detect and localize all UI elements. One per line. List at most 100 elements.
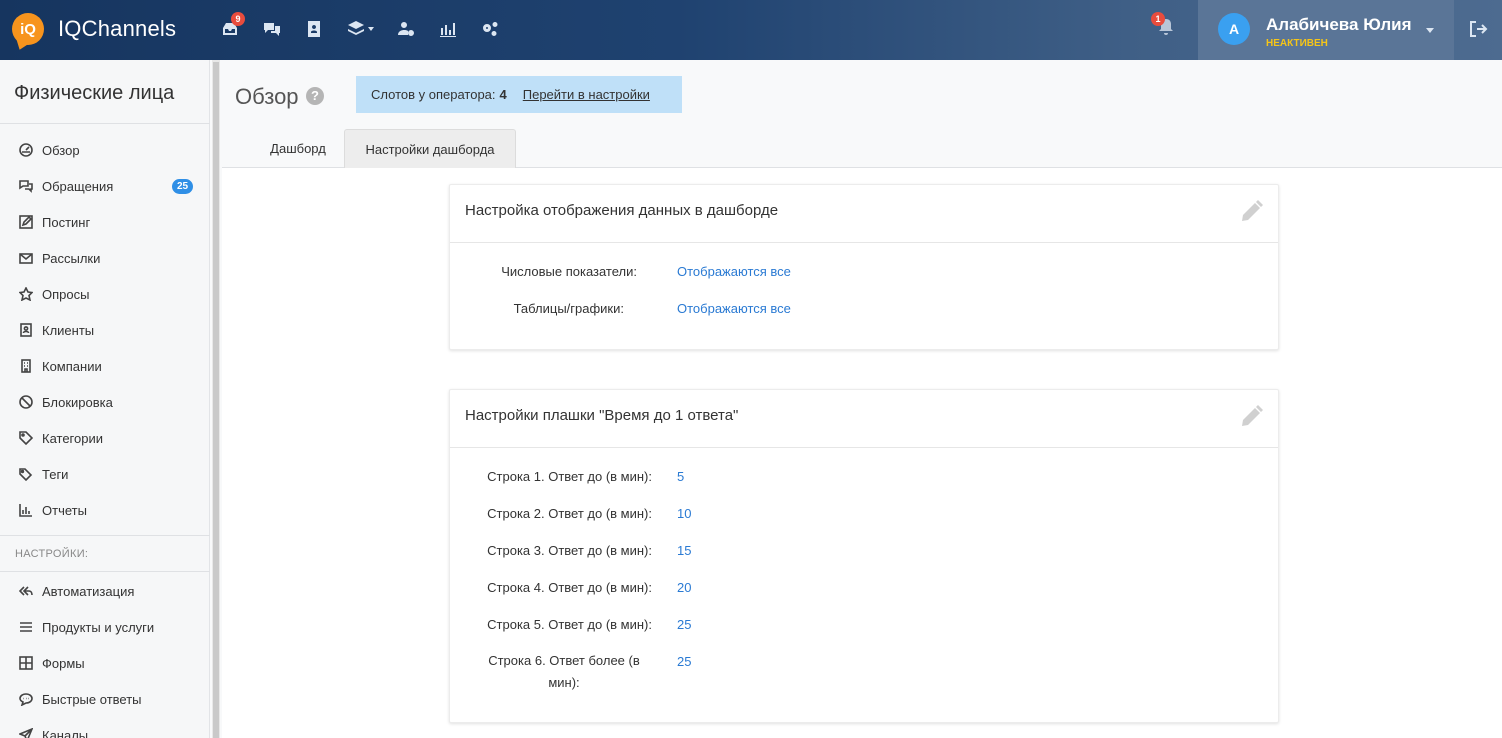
- chevron-down-icon: [1426, 28, 1434, 33]
- sidebar-item-label: Автоматизация: [42, 583, 135, 599]
- pencil-icon[interactable]: [1238, 199, 1264, 225]
- sidebar-item-overview[interactable]: Обзор: [19, 140, 80, 160]
- address-book-icon: [20, 323, 32, 337]
- tag-icon: [19, 431, 33, 445]
- contacts-icon[interactable]: [303, 18, 325, 40]
- user-status: НЕАКТИВЕН: [1266, 38, 1328, 49]
- sidebar-item-mailings[interactable]: Рассылки: [19, 248, 100, 268]
- operator-slots-notice: Слотов у оператора: 4 Перейти в настройк…: [356, 76, 682, 113]
- numeric-indicators-value[interactable]: Отображаются все: [677, 264, 791, 279]
- sidebar-item-surveys[interactable]: Опросы: [19, 284, 89, 304]
- threshold-label: Строка 5. Ответ до (в мин):: [487, 617, 652, 632]
- sidebar-item-label: Формы: [42, 655, 85, 671]
- threshold-value[interactable]: 25: [677, 654, 691, 669]
- divider: [0, 571, 210, 572]
- sidebar-item-tags[interactable]: Теги: [19, 464, 68, 484]
- sidebar-item-label: Опросы: [42, 286, 90, 302]
- user-menu[interactable]: А Алабичева Юлия НЕАКТИВЕН: [1198, 0, 1454, 60]
- avatar: А: [1218, 13, 1250, 45]
- logout-icon[interactable]: [1468, 20, 1490, 40]
- threshold-label: Строка 4. Ответ до (в мин):: [487, 580, 652, 595]
- sidebar-item-posting[interactable]: Постинг: [19, 212, 90, 232]
- settings-gears-icon[interactable]: [479, 18, 501, 40]
- card-header: Настройка отображения данных в дашборде: [450, 185, 1278, 243]
- app-logo[interactable]: iQ IQChannels: [12, 13, 176, 45]
- user-name: Алабичева Юлия: [1266, 15, 1412, 34]
- main-content: Настройка отображения данных в дашборде …: [222, 168, 1502, 738]
- star-icon: [19, 287, 33, 301]
- reply-all-icon: [19, 586, 33, 596]
- pencil-icon[interactable]: [1238, 404, 1264, 430]
- analytics-icon[interactable]: [437, 18, 459, 40]
- envelope-icon: [19, 253, 33, 264]
- sidebar-item-label: Отчеты: [42, 502, 87, 518]
- layers-icon[interactable]: [345, 18, 375, 40]
- sidebar-item-label: Обзор: [42, 142, 80, 158]
- tables-charts-value[interactable]: Отображаются все: [677, 301, 791, 316]
- divider: [0, 535, 210, 536]
- slots-value: 4: [499, 87, 507, 102]
- notifications-bell-icon[interactable]: 1: [1151, 12, 1178, 38]
- settings-section-label: НАСТРОЙКИ:: [15, 548, 89, 560]
- inbox-icon[interactable]: 9: [219, 12, 245, 40]
- sidebar-item-quick-replies[interactable]: Быстрые ответы: [19, 689, 142, 709]
- scrollbar-thumb[interactable]: [213, 62, 219, 738]
- threshold-value[interactable]: 10: [677, 506, 691, 521]
- threshold-label: Строка 1. Ответ до (в мин):: [487, 469, 652, 484]
- sidebar-item-label: Категории: [42, 430, 103, 446]
- sidebar-item-clients[interactable]: Клиенты: [19, 320, 94, 340]
- threshold-value[interactable]: 25: [677, 617, 691, 632]
- slots-label: Слотов у оператора:: [371, 87, 496, 102]
- help-icon[interactable]: ?: [306, 87, 324, 105]
- sidebar-item-blocking[interactable]: Блокировка: [19, 392, 113, 412]
- top-nav: 9: [219, 12, 521, 40]
- requests-count-badge: 25: [172, 179, 194, 194]
- setting-label: Таблицы/графики:: [513, 301, 624, 316]
- sidebar-item-requests[interactable]: Обращения: [19, 176, 113, 196]
- sidebar-item-categories[interactable]: Категории: [19, 428, 103, 448]
- comment-dots-icon: [19, 693, 33, 706]
- card-title: Настройка отображения данных в дашборде: [465, 202, 779, 219]
- go-to-settings-link[interactable]: Перейти в настройки: [523, 87, 650, 102]
- sidebar-item-channels[interactable]: Каналы: [19, 725, 88, 738]
- ban-icon: [19, 395, 33, 409]
- chevron-down-icon: [368, 27, 374, 31]
- card-title: Настройки плашки "Время до 1 ответа": [465, 407, 739, 424]
- sidebar-item-products[interactable]: Продукты и услуги: [19, 617, 154, 637]
- sidebar-scrollbar[interactable]: [212, 60, 220, 738]
- page-title: Обзор: [235, 84, 299, 109]
- sidebar-item-label: Рассылки: [42, 250, 101, 266]
- sidebar-item-forms[interactable]: Формы: [19, 653, 85, 673]
- sidebar-item-label: Постинг: [42, 214, 91, 230]
- sidebar-item-label: Блокировка: [42, 394, 113, 410]
- chat-icon[interactable]: [261, 18, 283, 40]
- chats-icon: [19, 180, 33, 193]
- sidebar-item-label: Быстрые ответы: [42, 691, 142, 707]
- list-icon: [20, 622, 32, 632]
- tab-dashboard-settings[interactable]: Настройки дашборда: [344, 129, 516, 169]
- threshold-value[interactable]: 5: [677, 469, 684, 484]
- app-name: IQChannels: [58, 16, 177, 41]
- tags-icon: [19, 468, 33, 481]
- notifications-badge: 1: [1151, 12, 1165, 26]
- inbox-badge: 9: [231, 12, 245, 26]
- sidebar-item-reports[interactable]: Отчеты: [19, 500, 87, 520]
- edit-square-icon: [19, 215, 33, 229]
- building-icon: [21, 359, 31, 373]
- threshold-value[interactable]: 20: [677, 580, 691, 595]
- display-settings-card: Настройка отображения данных в дашборде …: [449, 184, 1279, 350]
- threshold-label: Строка 6. Ответ более (в мин):: [488, 653, 640, 690]
- sidebar-item-label: Клиенты: [42, 322, 95, 338]
- sidebar-item-label: Продукты и услуги: [42, 619, 155, 635]
- dashboard-icon: [19, 143, 33, 157]
- sidebar-item-companies[interactable]: Компании: [19, 356, 102, 376]
- sidebar: Физические лица Обзор Обращения 25 Пости…: [0, 60, 210, 738]
- sidebar-item-automation[interactable]: Автоматизация: [19, 581, 134, 601]
- user-settings-icon[interactable]: [395, 18, 417, 40]
- sidebar-title: Физические лица: [14, 82, 175, 104]
- card-header: Настройки плашки "Время до 1 ответа": [450, 390, 1278, 448]
- tab-dashboard[interactable]: Дашборд: [252, 129, 344, 168]
- threshold-value[interactable]: 15: [677, 543, 691, 558]
- divider: [0, 123, 210, 124]
- top-bar: iQ IQChannels 9 1 А Алабичева Юлия НЕАКТ…: [0, 0, 1502, 60]
